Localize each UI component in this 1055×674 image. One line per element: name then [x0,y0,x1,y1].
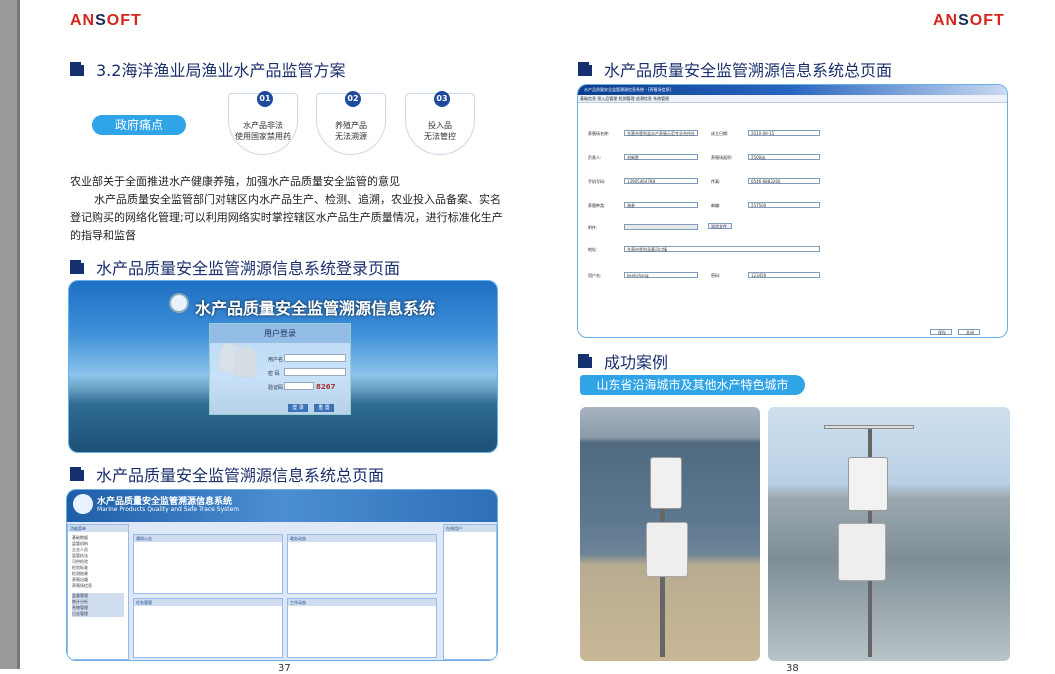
pain-card-3: 03 投入品 无法管控 [405,91,475,155]
field-label: 密码: [711,273,721,278]
case-label: 山东省沿海城市及其他水产特色城市 [580,375,805,395]
case-photo-1 [580,407,760,661]
section-heading-plan: 3.2海洋渔业局渔业水产品监管方案 [70,57,345,81]
control-box-icon [646,522,688,577]
section-heading-overview: 水产品质量安全监管溯源信息系统总页面 [70,462,384,486]
heading-bullet-icon [70,257,87,274]
save-button[interactable]: 保存 [930,329,952,335]
control-box-icon [838,523,886,581]
form-window-title: 水产品质量安全监管溯源信息系统 - [养殖场信息] [578,85,1007,95]
username-input[interactable] [284,354,346,362]
panel-news: 政务动态 [287,534,437,594]
paragraph-description: 水产品质量安全监管部门对辖区内水产品生产、检测、追溯，农业投入品备案、实名登记购… [70,193,503,242]
form-menu-bar: 基础信息 投入品管理 检测管理 追溯信息 系统管理 [578,95,1007,103]
field-label: 养殖场面积: [711,155,733,160]
reset-button[interactable]: 重 置 [314,404,334,412]
password-input[interactable] [284,368,346,376]
admin-header: 水产品质量安全监管溯源信息系统 Marine Products Quality … [67,490,497,522]
login-system-title: 水产品质量安全监管溯源信息系统 [195,299,436,318]
attachment-input[interactable] [624,224,698,230]
ansoft-logo-left: ANSOFT [70,12,142,29]
address-input[interactable]: 东营市垦利县黄河口镇 [624,246,820,252]
species-input[interactable]: 海参 [624,202,698,208]
pain-point-label: 政府痛点 [92,115,186,135]
heading-bullet-icon [578,351,595,368]
pain-number: 03 [434,91,450,107]
login-background: 水产品质量安全监管溯源信息系统 用户登录 用户名 密 码 验证码 8267 登 … [69,281,497,452]
username-label: 用户名 [268,357,284,363]
password-label: 密 码 [268,371,280,377]
field-label: 附件: [588,225,598,230]
browse-button[interactable]: 浏览文件 [708,223,732,229]
pain-card-1: 01 水产品非法 使用国家禁用药 [228,91,298,155]
login-button[interactable]: 登 录 [288,404,308,412]
field-label: 负责人: [588,155,602,160]
case-photo-2 [768,407,1010,661]
sensor-box-icon [848,457,888,511]
edit-form-screenshot: 水产品质量安全监管溯源信息系统 - [养殖场信息] 基础信息 投入品管理 检测管… [577,84,1008,338]
field-label: 传真: [711,179,721,184]
postcode-input[interactable]: 257500 [748,202,820,208]
admin-screenshot: 水产品质量安全监管溯源信息系统 Marine Products Quality … [66,489,498,661]
login-box-title: 用户登录 [210,324,350,343]
heading-bullet-icon [578,59,595,76]
admin-subtitle: Marine Products Quality and Safe Trace S… [97,506,240,513]
system-emblem-icon [73,494,93,514]
sidebar-group[interactable]: 日志管理 [72,611,124,617]
phone-input[interactable]: 13905464788 [624,178,698,184]
heading-bullet-icon [70,464,87,481]
owner-select[interactable]: 刘新胜 [624,154,698,160]
farm-name-input[interactable]: 东营市垦利县水产养殖示范专业合作社 [624,130,698,136]
password-input[interactable]: 123456 [748,272,820,278]
pain-card-2: 02 养殖产品 无法溯源 [316,91,386,155]
sidebar-item[interactable]: 养殖场信息 [72,583,124,589]
book-spine [0,0,20,669]
field-label: 养殖场名称: [588,131,610,136]
panel-tasks: 任务管理 [133,598,283,658]
farm-area-input[interactable]: 2500亩 [748,154,820,160]
heading-bullet-icon [70,59,87,76]
sensor-arm-icon [824,425,914,429]
sensor-box-icon [650,457,682,509]
login-screenshot: 水产品质量安全监管溯源信息系统 用户登录 用户名 密 码 验证码 8267 登 … [68,280,498,453]
field-label: 邮编: [711,203,721,208]
founded-date-input[interactable]: 2010-09-15 [748,130,820,136]
captcha-label: 验证码 [268,385,284,391]
paragraph-policy: 农业部关于全面推进水产健康养殖，加强水产品质量安全监管的意见 [70,175,400,188]
section-heading-cases: 成功案例 [578,349,668,373]
system-emblem-icon [169,293,189,313]
fax-input[interactable]: 0546-6883260 [748,178,820,184]
field-label: 地址: [588,247,598,252]
pain-number: 02 [345,91,361,107]
section-heading-login: 水产品质量安全监管溯源信息系统登录页面 [70,255,400,279]
field-label: 成立日期: [711,131,729,136]
panel-online-users: 在线用户 [443,524,497,660]
section-heading-overview-right: 水产品质量安全监管溯源信息系统总页面 [578,57,892,81]
ansoft-logo-right: ANSOFT [933,12,1005,29]
captcha-input[interactable] [284,382,314,390]
field-label: 手机号码: [588,179,606,184]
pain-number: 01 [257,91,273,107]
login-box: 用户登录 用户名 密 码 验证码 8267 登 录 重 置 [209,323,351,415]
close-button[interactable]: 关闭 [958,329,980,335]
field-label: 养殖种类: [588,203,606,208]
captcha-image: 8267 [316,383,336,391]
admin-sidebar: 功能菜单 基础数据 监管机构 企业人员 监管执法 可供检验 检验标准 检测结果 … [67,524,129,660]
panel-notices: 通知公告 [133,534,283,594]
username-input[interactable]: kenlishang [624,272,698,278]
field-label: 用户名: [588,273,602,278]
panel-work: 工作动态 [287,598,437,658]
